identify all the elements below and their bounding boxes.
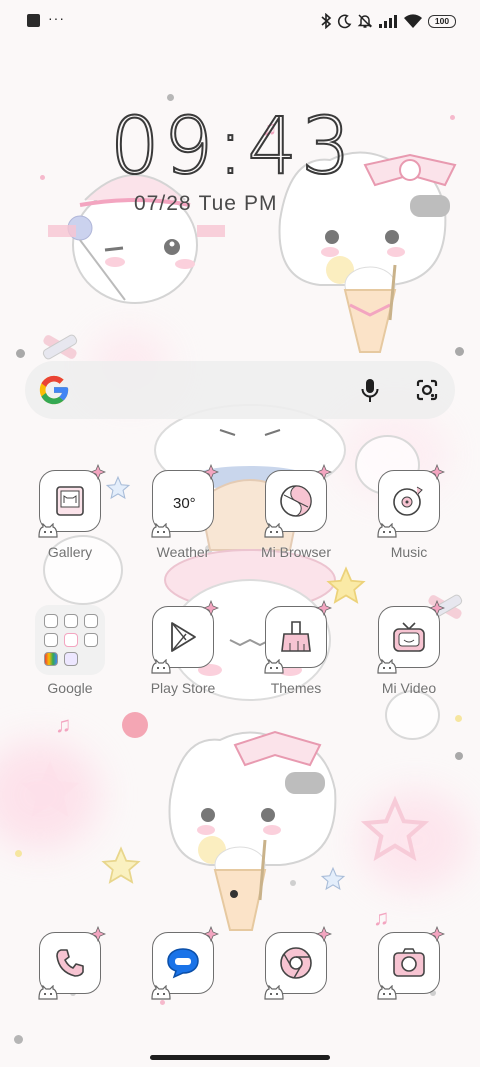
- period-text: PM: [243, 192, 278, 215]
- sparkle-icon: [90, 464, 106, 480]
- google-folder[interactable]: [35, 605, 105, 675]
- mic-icon[interactable]: [360, 378, 380, 404]
- app-mi-browser[interactable]: Mi Browser: [241, 464, 351, 560]
- camera-icon: [393, 948, 425, 977]
- themes-brush-icon: [281, 621, 311, 652]
- app-label: Mi Browser: [260, 544, 331, 560]
- app-themes[interactable]: Themes: [241, 600, 351, 696]
- clock-widget[interactable]: 09:43: [109, 107, 355, 187]
- signal-icon: [379, 15, 397, 28]
- sparkle-icon: [203, 464, 219, 480]
- bunny-badge-icon: [151, 659, 171, 674]
- bunny-badge-icon: [264, 985, 284, 1000]
- folder-app-icon: [44, 633, 58, 647]
- folder-app-icon: [64, 652, 78, 666]
- app-play-store[interactable]: Play Store: [128, 600, 238, 696]
- battery-icon: 100: [428, 14, 456, 28]
- folder-app-icon: [84, 614, 98, 628]
- sparkle-icon: [316, 600, 332, 616]
- music-icon: [393, 486, 423, 516]
- sparkle-icon: [316, 926, 332, 942]
- folder-app-icon: [84, 633, 98, 647]
- bunny-badge-icon: [377, 659, 397, 674]
- folder-app-icon: [44, 652, 58, 666]
- video-tv-icon: [393, 622, 425, 652]
- phone-icon: [56, 949, 84, 977]
- bunny-bottom-illustration: [168, 730, 337, 931]
- sparkle-icon: [429, 600, 445, 616]
- app-label: Mi Video: [381, 680, 437, 696]
- bunny-badge-icon: [38, 523, 58, 538]
- bunny-badge-icon: [264, 659, 284, 674]
- app-mi-video[interactable]: Mi Video: [354, 600, 464, 696]
- weekday-text: Tue: [198, 192, 237, 215]
- bell-off-icon: [357, 14, 373, 28]
- clock-separator: :: [216, 102, 248, 192]
- sparkle-icon: [203, 926, 219, 942]
- bunny-badge-icon: [151, 985, 171, 1000]
- dock-camera[interactable]: [354, 926, 464, 1000]
- star-decoration: [20, 760, 80, 817]
- weather-temperature: 30°: [173, 495, 196, 512]
- home-indicator[interactable]: [150, 1055, 330, 1060]
- bluetooth-icon: [321, 13, 332, 29]
- folder-app-icon: [64, 614, 78, 628]
- messages-icon: [167, 948, 199, 979]
- dock-chrome[interactable]: [241, 926, 351, 1000]
- bandaid-decoration: [42, 334, 78, 360]
- app-label: Weather: [156, 544, 210, 560]
- app-label: Gallery: [47, 544, 93, 560]
- app-gallery[interactable]: Gallery: [15, 464, 125, 560]
- google-search-bar[interactable]: [25, 361, 455, 419]
- sparkle-icon: [90, 926, 106, 942]
- apple-decoration: [122, 712, 148, 738]
- folder-app-icon: [44, 614, 58, 628]
- bunny-badge-icon: [377, 985, 397, 1000]
- wifi-icon: [404, 13, 422, 28]
- clock-hours: 09: [109, 102, 218, 192]
- folder-app-icon: [64, 633, 78, 647]
- more-dots-icon: ···: [48, 10, 65, 26]
- star-decoration: [101, 846, 141, 884]
- app-label: Music: [390, 544, 428, 560]
- sparkle-icon: [429, 464, 445, 480]
- gallery-icon: [56, 486, 84, 516]
- app-notification-icon: [27, 14, 40, 27]
- sparkle-icon: [429, 926, 445, 942]
- bunny-badge-icon: [38, 985, 58, 1000]
- chrome-icon: [280, 947, 312, 979]
- date-text: 07/28: [134, 192, 192, 215]
- browser-icon: [280, 485, 312, 517]
- clock-minutes: 43: [247, 102, 355, 192]
- star-decoration: [360, 795, 430, 862]
- status-bar: ··· 100: [0, 0, 480, 46]
- app-label: Play Store: [150, 680, 216, 696]
- speech-bubble-decoration: [385, 690, 440, 740]
- moon-icon: [337, 14, 352, 28]
- star-decoration: [320, 866, 346, 891]
- bunny-badge-icon: [264, 523, 284, 538]
- sparkle-icon: [316, 464, 332, 480]
- sparkle-icon: [203, 600, 219, 616]
- app-weather[interactable]: 30° Weather: [128, 464, 238, 560]
- date-widget[interactable]: 07/28 Tue PM: [134, 192, 277, 216]
- app-music[interactable]: Music: [354, 464, 464, 560]
- music-note-decoration: ♫: [55, 712, 72, 737]
- lens-icon[interactable]: [415, 378, 439, 402]
- dock-phone[interactable]: [15, 926, 125, 1000]
- bunny-badge-icon: [151, 523, 171, 538]
- app-label: Themes: [270, 680, 322, 696]
- music-note-decoration: ♫: [373, 905, 390, 930]
- dock-messages[interactable]: [128, 926, 238, 1000]
- play-store-icon: [171, 622, 196, 652]
- app-label: Google: [47, 680, 93, 696]
- bunny-badge-icon: [377, 523, 397, 538]
- google-icon[interactable]: [37, 373, 71, 407]
